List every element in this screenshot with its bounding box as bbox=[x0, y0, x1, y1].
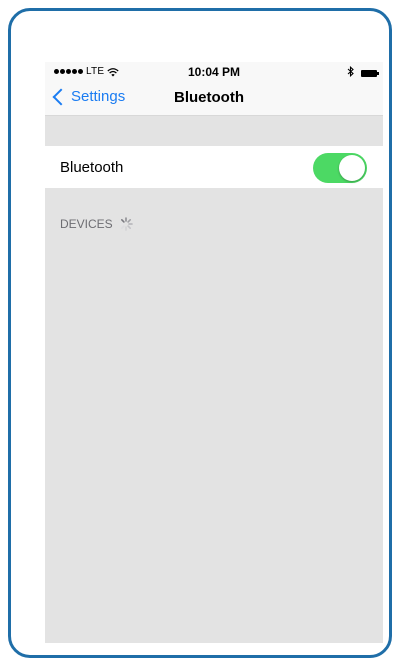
bluetooth-toggle-switch[interactable] bbox=[313, 153, 367, 183]
toggle-knob bbox=[339, 155, 365, 181]
status-right bbox=[347, 65, 379, 80]
chevron-left-icon bbox=[52, 88, 70, 105]
devices-header-label: DEVICES bbox=[60, 217, 113, 231]
back-button[interactable]: Settings bbox=[52, 88, 125, 105]
bluetooth-icon bbox=[347, 65, 355, 80]
page-title: Bluetooth bbox=[174, 89, 244, 106]
spinner-icon bbox=[118, 217, 133, 231]
battery-icon bbox=[361, 69, 379, 77]
bluetooth-toggle-label: Bluetooth bbox=[60, 159, 124, 176]
status-bar: LTE 10:04 PM bbox=[45, 62, 383, 82]
navigation-bar: Settings Bluetooth bbox=[45, 82, 383, 116]
devices-section-header: DEVICES bbox=[60, 217, 133, 231]
phone-screen: LTE 10:04 PM Settings Bluetooth Bluetoot… bbox=[45, 62, 383, 643]
status-time: 10:04 PM bbox=[187, 65, 241, 79]
back-button-label: Settings bbox=[71, 88, 126, 105]
bluetooth-toggle-row: Bluetooth bbox=[45, 146, 383, 188]
